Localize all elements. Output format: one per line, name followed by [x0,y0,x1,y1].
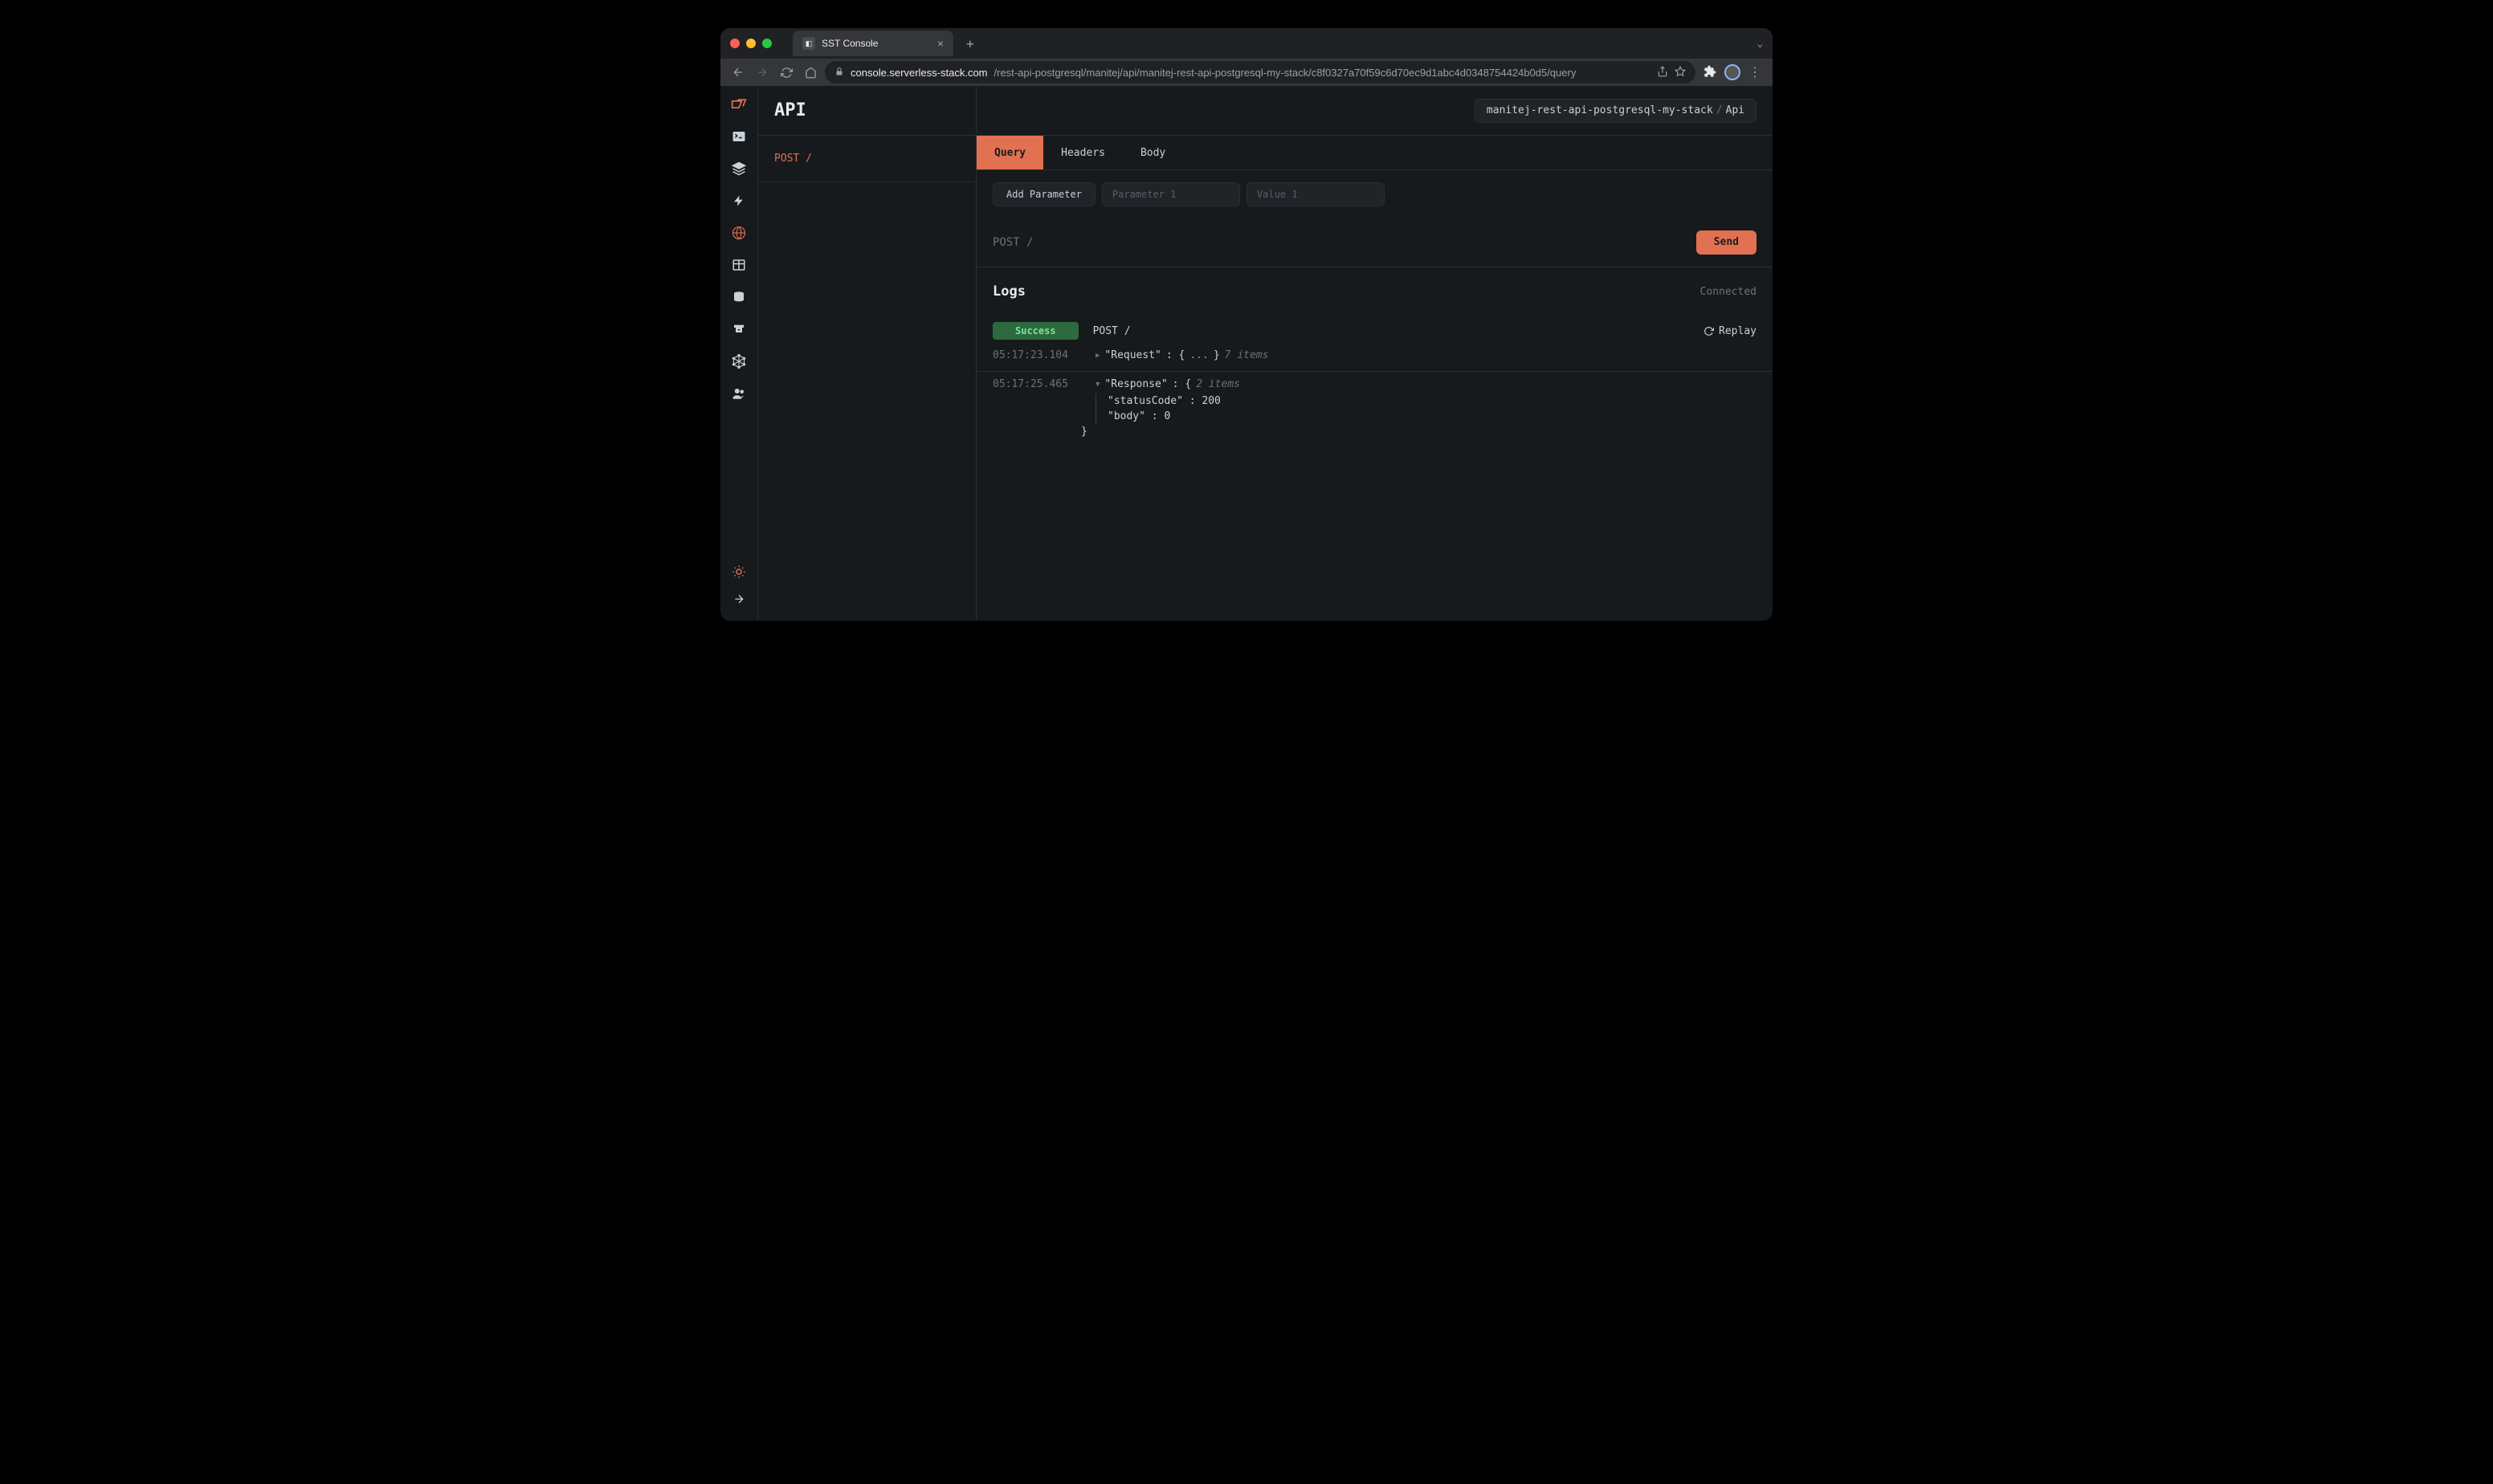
url-path: /rest-api-postgresql/manitej/api/manitej… [994,67,1577,79]
connection-status: Connected [1700,286,1757,298]
address-bar: console.serverless-stack.com/rest-api-po… [720,59,1773,86]
tab-bar: ◧ SST Console × + ⌄ [720,28,1773,59]
url-input[interactable]: console.serverless-stack.com/rest-api-po… [825,61,1695,84]
tab-title: SST Console [822,38,878,49]
close-window-button[interactable] [730,39,740,48]
tab-list-button[interactable]: ⌄ [1757,38,1763,49]
send-row: POST / Send [977,218,1773,267]
logo-icon[interactable] [727,92,751,116]
send-button[interactable]: Send [1696,230,1757,255]
tab-headers[interactable]: Headers [1043,136,1123,169]
json-close-brace: } [1081,424,1773,439]
sidebar [720,86,758,621]
breadcrumb[interactable]: manitej-rest-api-postgresql-my-stack / A… [1475,99,1757,123]
breadcrumb-resource: Api [1726,104,1744,116]
expand-icon[interactable]: ▶ [1096,352,1100,360]
graphql-icon[interactable] [727,349,751,373]
theme-icon[interactable] [727,560,751,584]
route-item[interactable]: POST / [758,136,976,182]
browser-tab[interactable]: ◧ SST Console × [793,31,953,56]
status-badge: Success [993,322,1079,340]
browser-window: ◧ SST Console × + ⌄ console.serverless-s… [720,28,1773,621]
extensions-button[interactable] [1700,65,1720,80]
log-summary-row: Success POST / Replay [977,316,1773,346]
add-parameter-button[interactable]: Add Parameter [993,182,1096,206]
layers-icon[interactable] [727,157,751,181]
bookmark-icon[interactable] [1675,66,1686,80]
timestamp: 05:17:25.465 [993,378,1081,390]
routes-panel: API POST / [758,86,977,621]
param-name-input[interactable] [1102,182,1240,206]
replay-icon [1703,326,1714,336]
forward-button[interactable] [753,63,772,82]
logs-header: Logs Connected [977,267,1773,316]
collapse-icon[interactable]: ▼ [1096,381,1100,389]
collapse-icon[interactable] [727,587,751,611]
archive-icon[interactable] [727,317,751,341]
replay-button[interactable]: Replay [1703,325,1757,337]
minimize-window-button[interactable] [746,39,756,48]
breadcrumb-separator: / [1716,104,1723,116]
json-field: "statusCode" : 200 [1096,393,1773,409]
page-title: API [758,86,976,136]
bolt-icon[interactable] [727,189,751,213]
maximize-window-button[interactable] [762,39,772,48]
response-log-line: 05:17:25.465 ▼ "Response" : { 2 items [977,375,1773,393]
share-icon[interactable] [1657,66,1668,80]
terminal-icon[interactable] [727,124,751,149]
tab-query[interactable]: Query [977,136,1043,169]
new-tab-button[interactable]: + [960,33,981,55]
globe-icon[interactable] [727,221,751,245]
profile-avatar[interactable] [1724,64,1740,80]
back-button[interactable] [728,63,748,82]
database-icon[interactable] [727,285,751,309]
app-content: API POST / manitej-rest-api-postgresql-m… [720,86,1773,621]
tab-body[interactable]: Body [1123,136,1183,169]
main-panel: manitej-rest-api-postgresql-my-stack / A… [977,86,1773,621]
users-icon[interactable] [727,381,751,406]
menu-button[interactable]: ⋮ [1745,64,1765,80]
params-toolbar: Add Parameter [977,169,1773,218]
home-button[interactable] [801,63,820,82]
close-tab-button[interactable]: × [937,37,944,50]
request-log-line: 05:17:23.104 ▶ "Request" : {...} 7 items [977,346,1773,372]
main-header: manitej-rest-api-postgresql-my-stack / A… [977,86,1773,136]
reload-button[interactable] [777,63,796,82]
lock-icon [834,67,844,79]
table-icon[interactable] [727,253,751,277]
logs-title: Logs [993,283,1026,300]
method-path: POST / [993,236,1034,249]
breadcrumb-stack: manitej-rest-api-postgresql-my-stack [1487,104,1713,116]
traffic-lights [730,39,772,48]
request-tabs: Query Headers Body [977,136,1773,169]
json-field: "body" : 0 [1096,409,1773,424]
url-host: console.serverless-stack.com [851,67,988,79]
timestamp: 05:17:23.104 [993,349,1081,361]
param-value-input[interactable] [1246,182,1385,206]
favicon-icon: ◧ [802,37,815,50]
log-method-path: POST / [1093,325,1131,337]
